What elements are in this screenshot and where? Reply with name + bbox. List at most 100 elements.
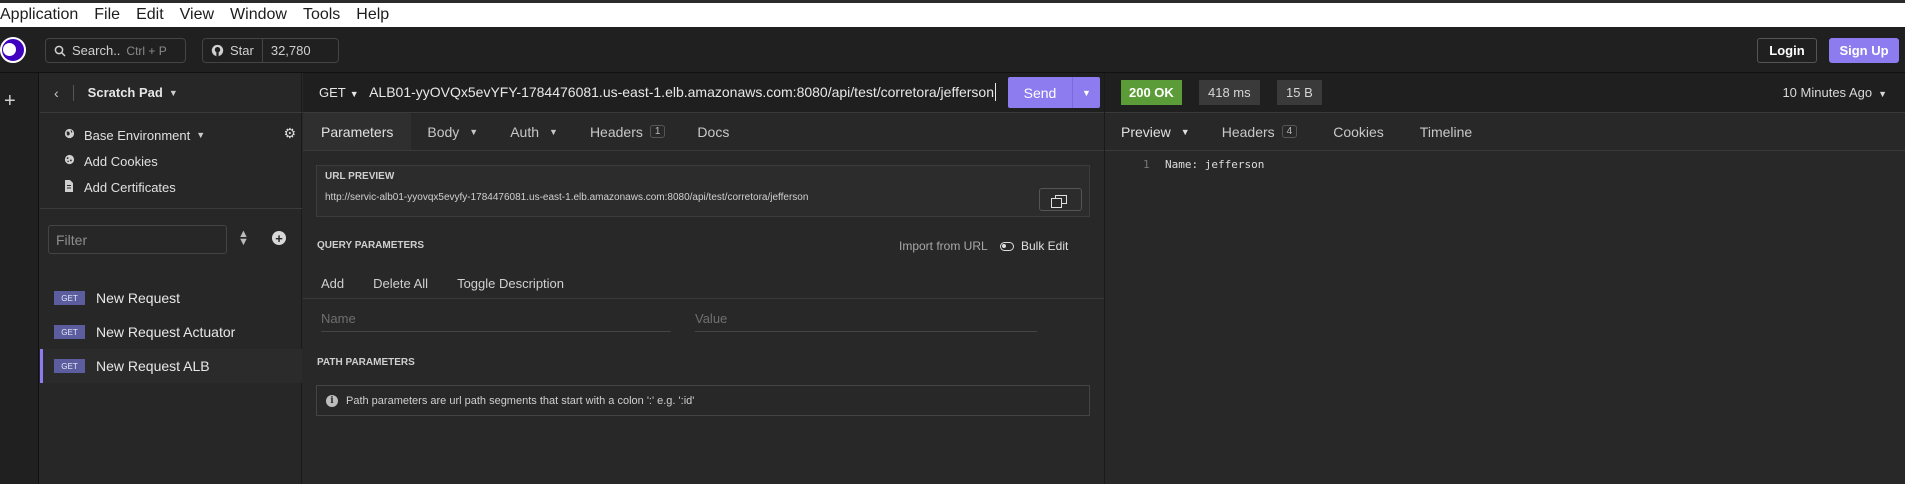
history-label: 10 Minutes Ago	[1782, 85, 1873, 100]
add-project-icon[interactable]: +	[4, 90, 16, 113]
count-badge: 4	[1281, 125, 1298, 138]
param-value-input[interactable]: Value	[695, 306, 1037, 332]
tab-body[interactable]: Body ▼	[411, 113, 494, 150]
url-input[interactable]: ALB01-yyOVQx5evYFY-1784476081.us-east-1.…	[369, 84, 994, 100]
query-actions: Add Delete All Toggle Description	[303, 268, 1104, 299]
divider	[40, 208, 302, 209]
tab-timeline[interactable]: Timeline	[1400, 113, 1488, 150]
chevron-down-icon: ▼	[549, 126, 558, 137]
chevron-down-icon: ▼	[1180, 126, 1190, 137]
add-cookies-button[interactable]: Add Cookies	[64, 151, 296, 171]
star-segment[interactable]: Star	[203, 39, 262, 62]
chevron-down-icon[interactable]: ▼	[169, 88, 178, 98]
list-item-request[interactable]: GET New Request Actuator	[40, 315, 302, 349]
chevron-down-icon: ▼	[349, 89, 359, 99]
method-badge: GET	[54, 291, 85, 305]
menu-bar: Application File Edit View Window Tools …	[0, 0, 1905, 27]
search-icon	[54, 45, 66, 57]
menu-file[interactable]: File	[86, 6, 128, 24]
sidebar: ‹ Scratch Pad ▼ Base Environment ▼ ⚙ Add…	[40, 73, 302, 484]
menu-help[interactable]: Help	[348, 6, 397, 24]
method-badge: GET	[54, 325, 85, 339]
toggle-description-button[interactable]: Toggle Description	[457, 276, 564, 291]
tab-auth[interactable]: Auth ▼	[494, 113, 574, 150]
info-icon: i	[326, 394, 338, 407]
star-label: Star	[230, 43, 254, 58]
request-name: New Request Actuator	[96, 324, 236, 340]
url-preview-heading: URL PREVIEW	[325, 171, 395, 182]
globe-icon	[64, 128, 84, 142]
add-certificates-label: Add Certificates	[84, 179, 176, 195]
chevron-down-icon: ▼	[196, 130, 206, 140]
tab-label: Headers	[589, 123, 643, 140]
method-label: GET	[319, 85, 346, 100]
certificate-icon	[64, 179, 84, 195]
tab-label: Auth	[510, 123, 540, 140]
add-cookies-label: Add Cookies	[84, 153, 158, 169]
sort-icon[interactable]: ▲ ▼	[238, 229, 249, 248]
line-number: 1	[1143, 158, 1150, 171]
tab-parameters[interactable]: Parameters	[303, 113, 412, 150]
sidebar-header: ‹ Scratch Pad ▼	[40, 73, 302, 113]
github-icon	[211, 44, 224, 57]
back-chevron-icon[interactable]: ‹	[54, 85, 59, 101]
tab-label: Docs	[697, 123, 730, 140]
url-bar: GET ▼ ALB01-yyOVQx5evYFY-1784476081.us-ea…	[303, 73, 1104, 113]
add-request-icon[interactable]: +	[272, 231, 286, 245]
signup-button[interactable]: Sign Up	[1829, 38, 1899, 63]
query-parameters-heading: QUERY PARAMETERS	[317, 240, 425, 251]
github-star-button[interactable]: Star 32,780	[202, 38, 339, 63]
add-param-button[interactable]: Add	[321, 276, 344, 291]
status-badge: 200 OK	[1121, 80, 1182, 105]
chevron-down-icon: ▼	[1878, 89, 1887, 99]
search-label: Search..	[72, 43, 121, 58]
list-item-request[interactable]: GET New Request	[40, 281, 302, 315]
response-text: Name: jefferson	[1165, 158, 1265, 171]
menu-window[interactable]: Window	[222, 6, 295, 24]
menu-view[interactable]: View	[172, 6, 222, 24]
filter-input[interactable]: Filter	[48, 225, 227, 254]
chevron-down-icon[interactable]: ▼	[1072, 77, 1100, 108]
login-button[interactable]: Login	[1757, 38, 1817, 63]
tab-cookies[interactable]: Cookies	[1313, 113, 1400, 150]
tab-label: Body	[427, 123, 460, 140]
cookie-icon	[64, 154, 84, 168]
request-tabs: Parameters Body ▼ Auth ▼ Headers 1 Docs	[303, 113, 1104, 151]
param-name-input[interactable]: Name	[321, 306, 671, 332]
method-badge: GET	[54, 359, 85, 373]
method-selector[interactable]: GET ▼	[319, 85, 359, 100]
workspace-title[interactable]: Scratch Pad	[88, 85, 163, 100]
app-logo-icon[interactable]	[0, 37, 26, 63]
send-button[interactable]: Send ▼	[1008, 77, 1100, 108]
search-button[interactable]: Search.. Ctrl + P	[45, 38, 186, 63]
environment-selector[interactable]: Base Environment ▼ ⚙	[64, 125, 296, 145]
star-count: 32,780	[261, 39, 319, 62]
delete-all-button[interactable]: Delete All	[373, 276, 428, 291]
tab-docs[interactable]: Docs	[681, 113, 745, 150]
tab-response-headers[interactable]: Headers 4	[1206, 113, 1313, 150]
menu-application[interactable]: Application	[0, 6, 86, 24]
tab-label: Preview	[1121, 123, 1171, 140]
menu-edit[interactable]: Edit	[128, 6, 172, 24]
tab-headers[interactable]: Headers 1	[574, 113, 681, 150]
copy-button[interactable]	[1039, 188, 1082, 211]
gear-icon[interactable]: ⚙	[283, 125, 296, 142]
import-from-url-button[interactable]: Import from URL	[899, 239, 988, 253]
add-certificates-button[interactable]: Add Certificates	[64, 177, 296, 197]
list-item-request-active[interactable]: GET New Request ALB	[40, 349, 302, 383]
tab-preview[interactable]: Preview ▼	[1105, 113, 1206, 150]
history-dropdown[interactable]: 10 Minutes Ago ▼	[1782, 85, 1887, 100]
response-tabs: Preview ▼ Headers 4 Cookies Timeline	[1105, 113, 1905, 151]
bulk-edit-toggle[interactable]: Bulk Edit	[1000, 239, 1068, 253]
divider	[72, 84, 74, 101]
url-input-clip: ALB01-yyOVQx5evYFY-1784476081.us-east-1.…	[362, 73, 1002, 112]
toggle-icon	[1000, 241, 1014, 251]
bulk-edit-label: Bulk Edit	[1021, 239, 1069, 253]
request-name: New Request	[96, 290, 181, 306]
response-size: 15 B	[1277, 80, 1322, 105]
left-rail: +	[0, 73, 39, 484]
chevron-down-icon: ▼	[469, 126, 479, 137]
menu-tools[interactable]: Tools	[295, 6, 348, 24]
search-shortcut: Ctrl + P	[126, 43, 167, 58]
response-bar: 200 OK 418 ms 15 B 10 Minutes Ago ▼	[1105, 73, 1905, 113]
